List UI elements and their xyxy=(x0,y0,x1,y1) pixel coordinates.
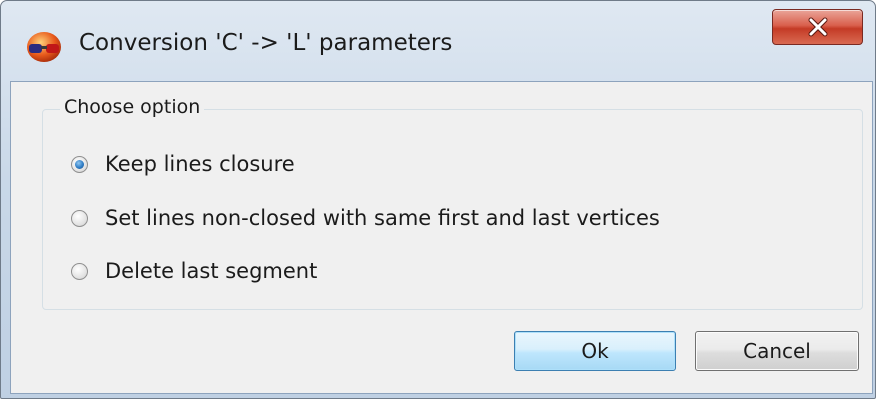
dialog-body: Choose option Keep lines closure Set lin… xyxy=(10,81,873,394)
option-delete-last-segment[interactable]: Delete last segment xyxy=(71,259,317,283)
close-button[interactable] xyxy=(772,9,863,45)
radio-button[interactable] xyxy=(71,209,88,227)
groupbox-title: Choose option xyxy=(60,96,205,118)
radio-button[interactable] xyxy=(71,262,88,280)
option-keep-lines-closure[interactable]: Keep lines closure xyxy=(71,152,295,176)
cancel-button[interactable]: Cancel xyxy=(695,331,859,371)
dialog-window: Conversion 'C' -> 'L' parameters Choose … xyxy=(0,0,876,399)
window-title: Conversion 'C' -> 'L' parameters xyxy=(79,30,453,56)
option-label: Keep lines closure xyxy=(105,152,295,176)
option-set-lines-non-closed[interactable]: Set lines non-closed with same first and… xyxy=(71,206,660,230)
title-bar[interactable]: Conversion 'C' -> 'L' parameters xyxy=(1,1,875,81)
ok-button[interactable]: Ok xyxy=(514,331,676,371)
radio-button-selected[interactable] xyxy=(71,155,88,173)
close-icon xyxy=(808,17,827,37)
option-label: Delete last segment xyxy=(105,259,318,283)
option-label: Set lines non-closed with same first and… xyxy=(105,206,660,230)
3d-glasses-icon xyxy=(26,31,62,63)
